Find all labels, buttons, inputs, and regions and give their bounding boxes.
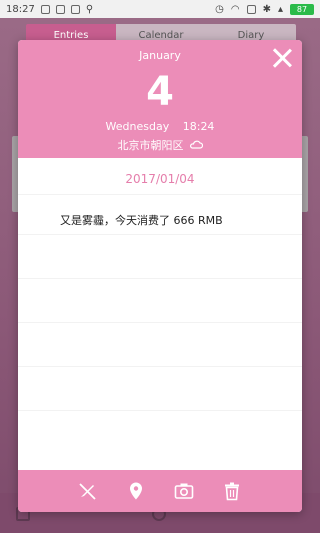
status-bar: 18:27 ⚲ ◷ ◠ ✱ ▴ 87 bbox=[0, 0, 320, 18]
mail-icon bbox=[70, 4, 80, 14]
battery-indicator: 87 bbox=[290, 3, 314, 15]
dialog-header: January 4 Wednesday 18:24 北京市朝阳区 bbox=[18, 40, 302, 158]
dialog-toolbar bbox=[18, 470, 302, 512]
location-label: 北京市朝阳区 bbox=[117, 139, 184, 152]
camera-icon[interactable] bbox=[174, 481, 194, 501]
edit-icon[interactable] bbox=[78, 481, 98, 501]
location-row: 北京市朝阳区 bbox=[18, 137, 302, 153]
location-pin-icon[interactable] bbox=[126, 481, 146, 501]
entry-date: 2017/01/04 bbox=[125, 172, 195, 186]
month-label: January bbox=[139, 49, 181, 62]
signal-icon: ▴ bbox=[277, 3, 283, 15]
entry-detail-dialog: January 4 Wednesday 18:24 北京市朝阳区 2017/01… bbox=[18, 40, 302, 512]
divider bbox=[18, 234, 302, 235]
divider bbox=[18, 366, 302, 367]
image-icon bbox=[55, 4, 65, 14]
usb-icon: ⚲ bbox=[85, 3, 94, 15]
day-number: 4 bbox=[146, 69, 174, 115]
trash-icon[interactable] bbox=[222, 481, 242, 501]
cloud-icon bbox=[189, 139, 203, 152]
weekday-time: Wednesday 18:24 bbox=[18, 120, 302, 133]
dialog-body: 2017/01/04 又是雾霾，今天消费了 666 RMB bbox=[18, 158, 302, 470]
wifi-icon: ◠ bbox=[230, 3, 240, 15]
sim-icon bbox=[246, 4, 256, 14]
close-icon[interactable] bbox=[272, 48, 292, 68]
divider bbox=[18, 278, 302, 279]
divider bbox=[18, 410, 302, 411]
save-icon bbox=[40, 4, 50, 14]
divider bbox=[18, 194, 302, 195]
status-time: 18:27 bbox=[6, 3, 35, 15]
bluetooth-icon: ✱ bbox=[262, 3, 271, 15]
weekday-label: Wednesday bbox=[105, 120, 170, 133]
time-label: 18:24 bbox=[182, 120, 215, 133]
divider bbox=[18, 322, 302, 323]
alarm-icon: ◷ bbox=[215, 3, 224, 15]
entry-note-text: 又是雾霾，今天消费了 666 RMB bbox=[60, 214, 223, 227]
